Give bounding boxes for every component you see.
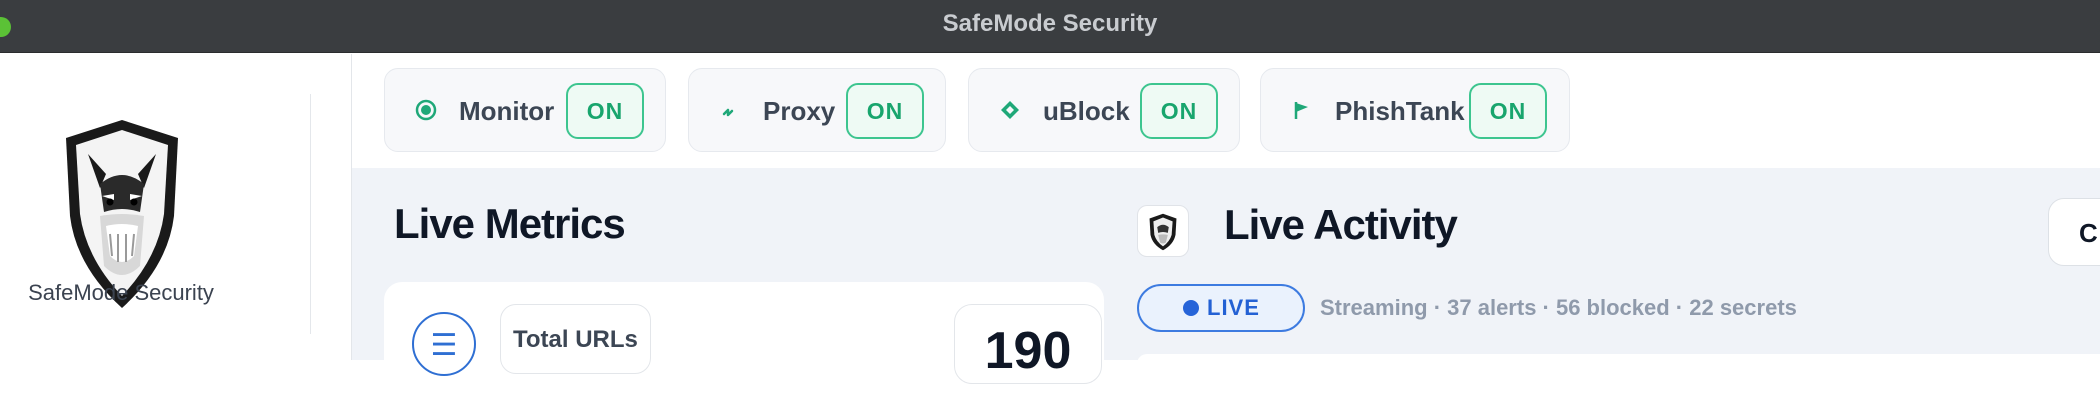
toggle-chip-monitor: Monitor ON <box>384 68 666 152</box>
toggle-label-phishtank: PhishTank <box>1335 96 1465 126</box>
toggle-chip-phishtank: PhishTank ON <box>1260 68 1570 152</box>
stream-status-text: Streaming · 37 alerts · 56 blocked · 22 … <box>1320 295 1797 320</box>
sidebar-divider <box>310 94 311 334</box>
sidebar: SafeMode Security <box>0 54 352 360</box>
toggle-label-monitor: Monitor <box>459 96 555 126</box>
activity-action-button[interactable]: C <box>2048 198 2100 266</box>
radio-dot-icon <box>413 97 439 123</box>
metric-label: Total URLs <box>500 304 651 374</box>
diamond-icon <box>997 97 1023 123</box>
toggle-label-ublock: uBlock <box>1043 96 1130 126</box>
plug-icon <box>717 97 743 123</box>
proxy-on-toggle[interactable]: ON <box>846 83 924 139</box>
toggle-chip-ublock: uBlock ON <box>968 68 1240 152</box>
live-label: LIVE <box>1207 295 1260 320</box>
toggle-chip-proxy: Proxy ON <box>688 68 946 152</box>
metric-card-total-urls[interactable]: ☰ Total URLs 190 <box>384 282 1104 384</box>
flag-icon <box>1289 97 1315 123</box>
live-dot-icon <box>1183 300 1199 316</box>
ublock-on-toggle[interactable]: ON <box>1140 83 1218 139</box>
monitor-on-toggle[interactable]: ON <box>566 83 644 139</box>
live-activity-heading: Live Activity <box>1224 201 1458 248</box>
main-panel: Monitor ON Proxy ON uBlock ON PhishTank … <box>352 54 2100 384</box>
window-title: SafeMode Security <box>942 10 1158 37</box>
activity-logo-icon <box>1137 205 1189 257</box>
list-icon: ☰ <box>412 312 476 376</box>
phishtank-on-toggle[interactable]: ON <box>1469 83 1547 139</box>
protection-toggle-bar: Monitor ON Proxy ON uBlock ON PhishTank … <box>352 54 2100 168</box>
toggle-label-proxy: Proxy <box>763 96 836 126</box>
metric-value: 190 <box>954 304 1102 384</box>
activity-list-panel <box>1137 354 2100 364</box>
window-titlebar: SafeMode Security <box>0 0 2100 53</box>
live-metrics-heading: Live Metrics <box>394 200 626 247</box>
live-status-pill[interactable]: LIVE <box>1137 284 1305 332</box>
brand-name: SafeMode Security <box>28 280 214 305</box>
